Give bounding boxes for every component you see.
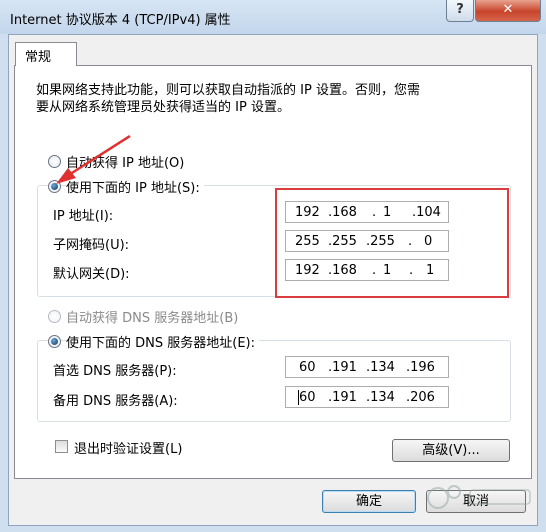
dns-group-box: [37, 340, 511, 422]
ok-button[interactable]: 确定: [322, 490, 416, 513]
close-button[interactable]: ✕: [475, 0, 541, 22]
arrow-annotation-icon: [56, 134, 131, 184]
help-button[interactable]: ?: [446, 0, 474, 22]
advanced-button[interactable]: 高级(V)...: [392, 439, 510, 462]
auto-dns-radio[interactable]: [48, 310, 61, 323]
watermark-icon: [427, 485, 531, 509]
tab-general[interactable]: 常规: [15, 42, 77, 66]
alternate-dns-input[interactable]: 60 .191 .134 .206: [285, 386, 449, 408]
validate-checkbox[interactable]: [55, 440, 68, 453]
validate-label[interactable]: 退出时验证设置(L): [74, 438, 182, 457]
default-gateway-label: 默认网关(D):: [53, 267, 130, 282]
close-icon: ✕: [502, 2, 514, 17]
auto-dns-label[interactable]: 自动获得 DNS 服务器地址(B): [66, 307, 238, 326]
preferred-dns-label: 首选 DNS 服务器(P):: [53, 364, 177, 379]
tab-label: 常规: [25, 50, 52, 65]
alternate-dns-label: 备用 DNS 服务器(A):: [53, 394, 178, 409]
manual-dns-radio[interactable]: [48, 335, 61, 348]
manual-dns-label[interactable]: 使用下面的 DNS 服务器地址(E):: [66, 332, 259, 351]
highlight-rectangle: [275, 188, 509, 298]
description-text: 如果网络支持此功能，则可以获取自动指派的 IP 设置。否则，您需 要从网络系统管…: [36, 83, 420, 115]
preferred-dns-input[interactable]: 60 .191 .134 .196: [285, 356, 449, 378]
window-title: Internet 协议版本 4 (TCP/IPv4) 属性: [10, 13, 231, 28]
ip-address-label: IP 地址(I):: [53, 209, 114, 224]
subnet-mask-label: 子网掩码(U):: [53, 238, 130, 253]
